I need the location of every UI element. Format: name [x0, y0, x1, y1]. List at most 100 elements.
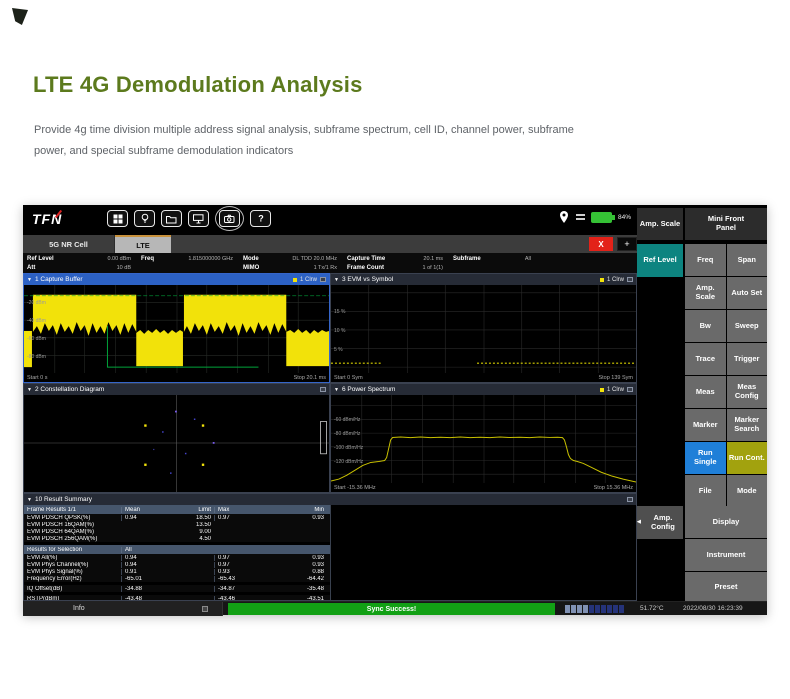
- collapse-icon[interactable]: ▼: [27, 497, 32, 503]
- trace-button[interactable]: Trace: [685, 343, 726, 375]
- trace-color-icon: [292, 277, 297, 282]
- window-icon[interactable]: [320, 387, 326, 392]
- panel-title: 6 Power Spectrum: [341, 386, 396, 393]
- analyzer-screenshot: TFN ? 84% 5G NR Cell LTE X + Ref Level 0…: [23, 205, 767, 616]
- param-value: DL TDD 20.0 MHz: [292, 255, 337, 262]
- instrument-button[interactable]: Instrument: [685, 539, 767, 571]
- panel-header[interactable]: ▼ 3 EVM vs Symbol 1 Clrw: [331, 274, 636, 285]
- scrollbar-thumb[interactable]: [320, 421, 327, 455]
- ref-level-button[interactable]: Ref Level: [637, 244, 683, 277]
- folder-icon[interactable]: [161, 210, 182, 227]
- sync-status-bar: Sync Success!: [228, 603, 555, 615]
- table-row: EVM PDSCH QPSK(%) 0.94 18.50 0.97 0.93: [24, 514, 330, 521]
- left-arrow-icon: ◀: [637, 518, 641, 525]
- panel-header[interactable]: ▼ 2 Constellation Diagram: [24, 384, 329, 395]
- x-axis-start: Start 0 s: [27, 374, 48, 381]
- y-axis-label: -80 dBm: [27, 354, 46, 360]
- run-single-button[interactable]: Run Single: [685, 442, 726, 474]
- param-value: All: [524, 255, 531, 262]
- control-panel-left: Amp. Scale Ref Level ◀ Amp. Config: [637, 208, 683, 601]
- preset-button[interactable]: Preset: [685, 572, 767, 602]
- run-cont-button[interactable]: Run Cont.: [726, 442, 767, 474]
- help-icon[interactable]: ?: [250, 210, 271, 227]
- capture-plot: -20 dBm -40 dBm -60 dBm -80 dBm: [24, 285, 329, 373]
- param-value: 20.1 ms: [423, 255, 443, 262]
- window-icon[interactable]: [320, 277, 326, 282]
- y-axis-label: -120 dBm/Hz: [334, 459, 364, 465]
- meas-button[interactable]: Meas: [685, 376, 726, 408]
- collapse-icon[interactable]: ▼: [27, 277, 32, 283]
- collapse-icon[interactable]: ▼: [334, 387, 339, 393]
- marker-search-button[interactable]: Marker Search: [726, 409, 767, 441]
- y-axis-label: -80 dBm/Hz: [334, 431, 361, 437]
- softkey-group-header: Amp. Scale: [637, 208, 683, 240]
- info-label[interactable]: Info: [73, 605, 85, 612]
- brand-logo: TFN: [32, 209, 63, 227]
- table-row: EVM Phys Signal(%) 0.91 0.93 0.88: [24, 568, 330, 575]
- add-tab-button[interactable]: +: [617, 237, 637, 251]
- tab-5g-nr-cell[interactable]: 5G NR Cell: [23, 235, 115, 253]
- panel-capture-buffer: ▼ 1 Capture Buffer 1 Clrw -20 dBm -40 dB…: [23, 273, 330, 383]
- x-axis-stop: Stop 20.1 ms: [293, 374, 326, 381]
- camera-icon-ring: [215, 206, 244, 231]
- sweep-button[interactable]: Sweep: [726, 310, 767, 342]
- table-row: EVM Phys Channel(%) 0.94 0.97 0.93: [24, 561, 330, 568]
- close-tab-button[interactable]: X: [589, 237, 613, 251]
- status-bar: Info Sync Success! 51.72°C 2022/08/30 16…: [23, 601, 767, 616]
- sync-status-text: Sync Success!: [366, 605, 417, 613]
- bulb-icon[interactable]: [134, 210, 155, 227]
- panel-title: 10 Result Summary: [34, 496, 93, 503]
- camera-icon[interactable]: [219, 210, 240, 227]
- menu-lines-icon[interactable]: [575, 212, 585, 223]
- y-axis-label: -100 dBm/Hz: [334, 445, 364, 451]
- spectrum-trace: [331, 395, 636, 483]
- amp-scale-button[interactable]: Amp. Scale: [685, 277, 726, 309]
- info-expand-icon[interactable]: [202, 606, 208, 612]
- param-col-level: Ref Level 0.00 dBm Att 10 dB: [27, 254, 131, 272]
- param-value: 1 Tx/1 Rx: [313, 264, 337, 271]
- trace-label: 1 Clrw: [606, 276, 624, 283]
- window-icon[interactable]: [627, 277, 633, 282]
- amp-config-button[interactable]: ◀ Amp. Config: [637, 506, 683, 539]
- collapse-icon[interactable]: ▼: [334, 277, 339, 283]
- trace-color-icon: [599, 277, 604, 282]
- span-button[interactable]: Span: [726, 244, 767, 276]
- location-pin-icon[interactable]: [558, 210, 570, 224]
- x-axis-start: Start -15.36 MHz: [334, 484, 376, 491]
- bw-button[interactable]: Bw: [685, 310, 726, 342]
- trace-color-icon: [599, 387, 604, 392]
- spectrum-plot: -60 dBm/Hz -80 dBm/Hz -100 dBm/Hz -120 d…: [331, 395, 636, 483]
- param-label: Mode: [243, 255, 259, 262]
- panel-title: 2 Constellation Diagram: [34, 386, 105, 393]
- panel-header[interactable]: ▼ 6 Power Spectrum 1 Clrw: [331, 384, 636, 395]
- marker-button[interactable]: Marker: [685, 409, 726, 441]
- panel-evm-vs-symbol: ▼ 3 EVM vs Symbol 1 Clrw 15 % 10 % 5 % S…: [330, 273, 637, 383]
- window-icon[interactable]: [627, 387, 633, 392]
- page-title: LTE 4G Demodulation Analysis: [33, 72, 363, 97]
- param-label: MIMO: [243, 264, 260, 271]
- y-axis-label: -60 dBm/Hz: [334, 417, 361, 423]
- collapse-icon[interactable]: ▼: [27, 387, 32, 393]
- display-button[interactable]: Display: [685, 506, 767, 538]
- mode-button[interactable]: Mode: [726, 475, 767, 507]
- param-value: 10 dB: [116, 264, 131, 271]
- window-icon[interactable]: [627, 497, 633, 502]
- param-col-mode: Mode DL TDD 20.0 MHz MIMO 1 Tx/1 Rx: [243, 254, 337, 272]
- panel-header[interactable]: ▼ 10 Result Summary: [24, 494, 636, 505]
- file-button[interactable]: File: [685, 475, 726, 507]
- panel-constellation: ▼ 2 Constellation Diagram: [23, 383, 330, 493]
- trigger-button[interactable]: Trigger: [726, 343, 767, 375]
- meas-config-button[interactable]: Meas Config: [726, 376, 767, 408]
- param-label: Att: [27, 264, 36, 271]
- site-logo-icon: [12, 8, 28, 25]
- table-row: EVM PDSCH 256QAM(%) 4.50: [24, 535, 330, 542]
- tab-lte[interactable]: LTE: [115, 235, 171, 253]
- layout-grid-icon[interactable]: [107, 210, 128, 227]
- evm-trace: [331, 285, 636, 373]
- temperature-readout: 51.72°C: [640, 605, 664, 612]
- auto-set-button[interactable]: Auto Set: [726, 277, 767, 309]
- panel-header[interactable]: ▼ 1 Capture Buffer 1 Clrw: [24, 274, 329, 285]
- capture-waveform: [24, 285, 329, 373]
- display-icon[interactable]: [188, 210, 209, 227]
- freq-button[interactable]: Freq: [685, 244, 726, 276]
